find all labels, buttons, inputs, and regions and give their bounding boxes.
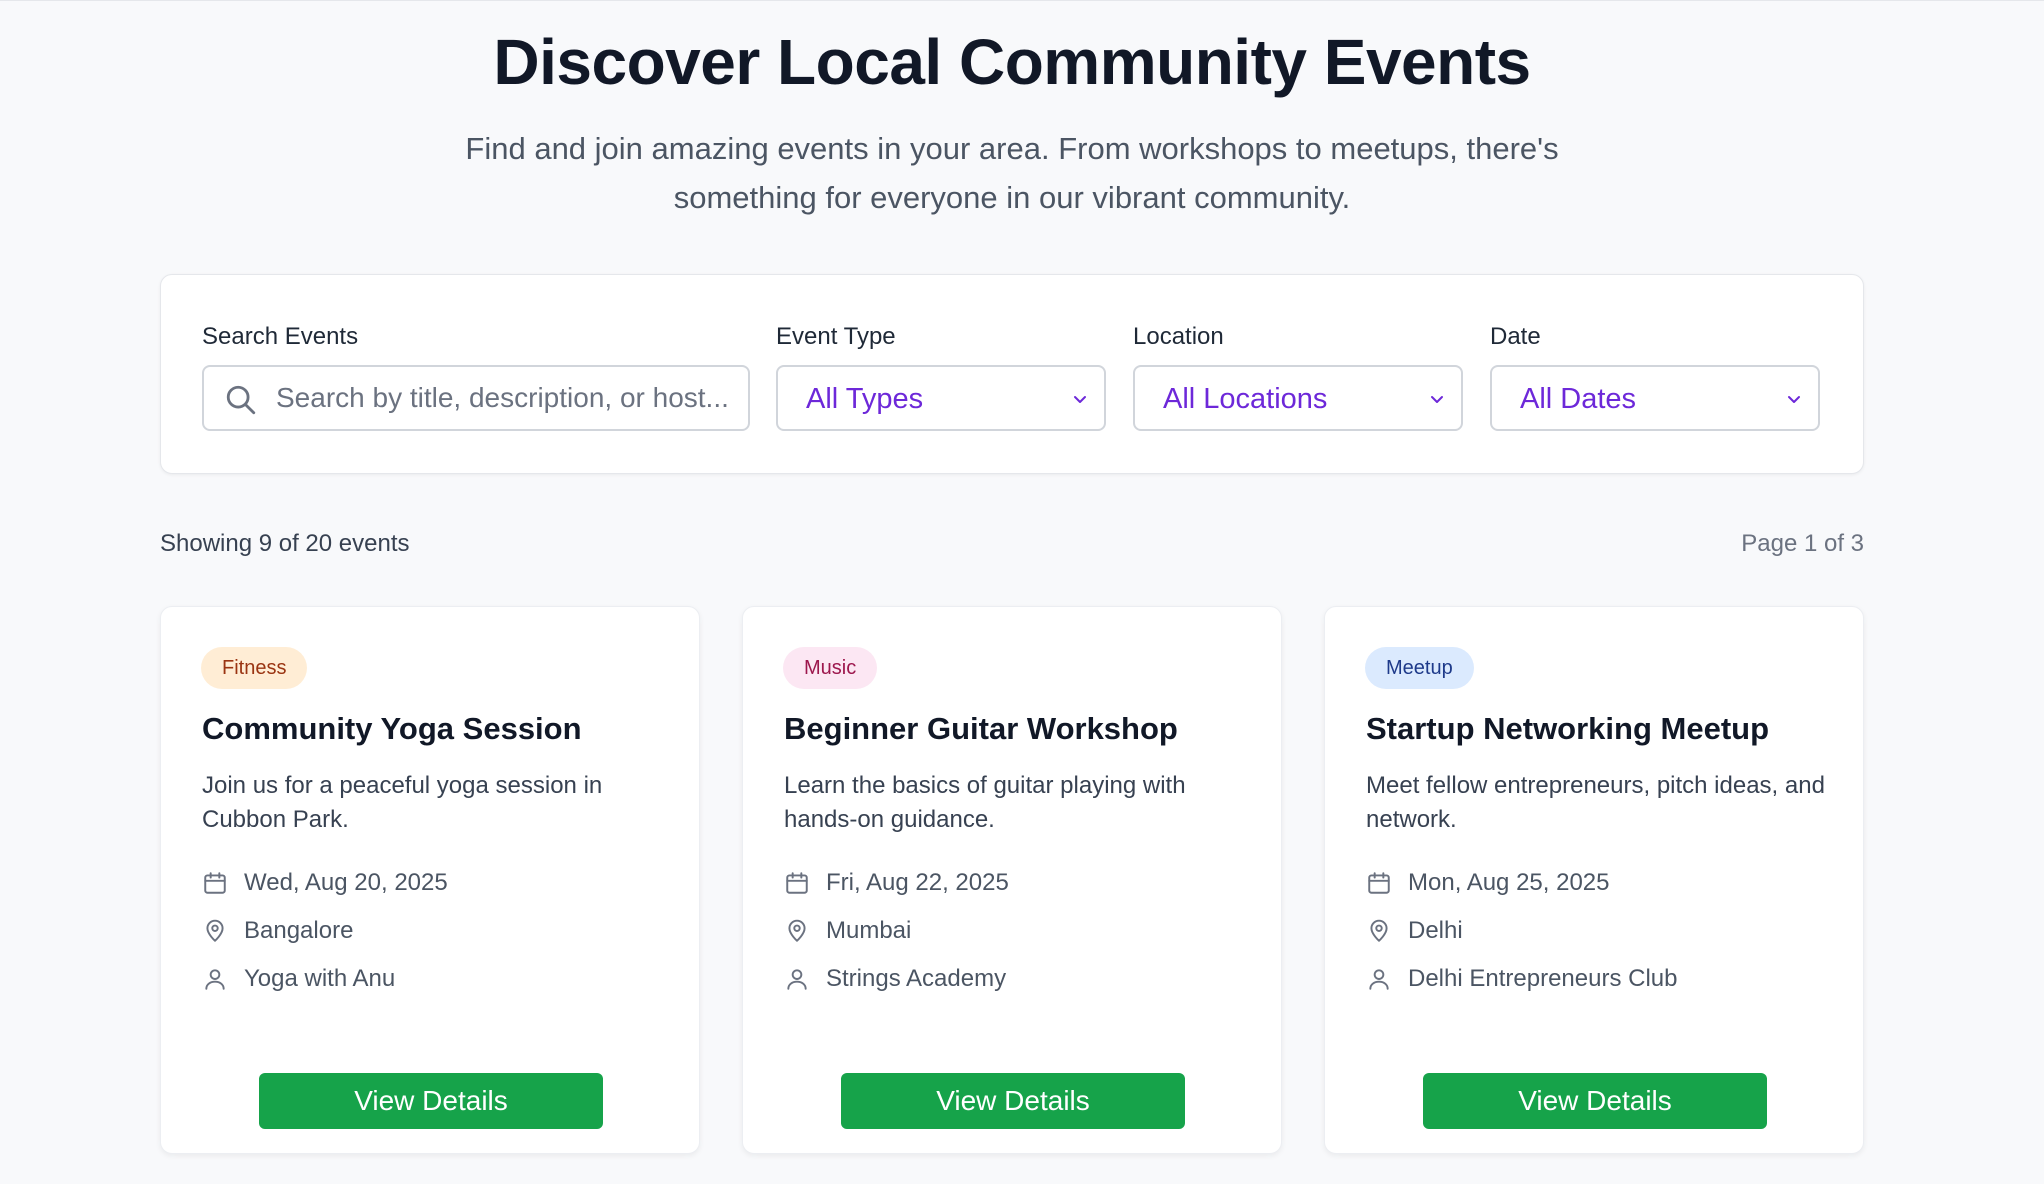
event-card: Meetup Startup Networking Meetup Meet fe… xyxy=(1324,606,1864,1154)
event-host-text: Yoga with Anu xyxy=(244,965,396,992)
event-date-text: Fri, Aug 22, 2025 xyxy=(826,869,1009,896)
event-date-text: Wed, Aug 20, 2025 xyxy=(244,869,448,896)
user-icon xyxy=(205,969,225,990)
event-location-text: Mumbai xyxy=(826,917,912,944)
event-type-label: Event Type xyxy=(776,323,896,350)
date-select[interactable]: All Dates xyxy=(1490,365,1820,431)
event-type-field: Event Type All Types xyxy=(776,319,1106,431)
event-date: Wed, Aug 20, 2025 xyxy=(202,867,448,899)
view-details-button[interactable]: View Details xyxy=(1423,1073,1767,1129)
chevron-down-icon xyxy=(1074,396,1086,403)
filter-panel: Search Events Search by title, descripti… xyxy=(160,274,1864,474)
date-field: Date All Dates xyxy=(1490,319,1820,431)
event-description: Meet fellow entrepreneurs, pitch ideas, … xyxy=(1366,772,1825,833)
view-details-button[interactable]: View Details xyxy=(841,1073,1185,1129)
date-label: Date xyxy=(1490,323,1541,350)
category-badge: Music xyxy=(783,647,878,689)
event-host-text: Delhi Entrepreneurs Club xyxy=(1408,965,1678,992)
search-icon xyxy=(226,385,256,415)
calendar-icon xyxy=(1368,872,1390,894)
search-input[interactable]: Search by title, description, or host... xyxy=(202,365,750,431)
event-host-text: Strings Academy xyxy=(826,965,1007,992)
event-type-value: All Types xyxy=(806,383,924,415)
user-icon xyxy=(1369,969,1389,990)
map-pin-icon xyxy=(206,919,224,942)
event-location: Mumbai xyxy=(784,915,911,947)
event-type-select[interactable]: All Types xyxy=(776,365,1106,431)
map-pin-icon xyxy=(788,919,806,942)
results-count: Showing 9 of 20 events xyxy=(160,530,410,557)
search-label: Search Events xyxy=(202,323,359,350)
view-details-button[interactable]: View Details xyxy=(259,1073,603,1129)
category-badge: Fitness xyxy=(201,647,308,689)
date-value: All Dates xyxy=(1520,383,1637,415)
event-host: Strings Academy xyxy=(784,963,1006,995)
chevron-down-icon xyxy=(1788,396,1800,403)
event-date-text: Mon, Aug 25, 2025 xyxy=(1408,869,1610,896)
calendar-icon xyxy=(204,872,226,894)
event-title: Startup Networking Meetup xyxy=(1366,711,1770,746)
event-host: Delhi Entrepreneurs Club xyxy=(1366,963,1677,995)
event-host: Yoga with Anu xyxy=(202,963,395,995)
user-icon xyxy=(787,969,807,990)
location-select[interactable]: All Locations xyxy=(1133,365,1463,431)
event-description: Join us for a peaceful yoga session in C… xyxy=(202,772,603,833)
location-value: All Locations xyxy=(1163,383,1328,415)
event-date: Fri, Aug 22, 2025 xyxy=(784,867,1009,899)
chevron-down-icon xyxy=(1431,396,1443,403)
event-location-text: Bangalore xyxy=(244,917,354,944)
event-card: Fitness Community Yoga Session Join us f… xyxy=(160,606,700,1154)
search-field: Search Events Search by title, descripti… xyxy=(202,319,750,431)
event-location: Bangalore xyxy=(202,915,353,947)
page-indicator: Page 1 of 3 xyxy=(1741,530,1864,557)
results-meta: Showing 9 of 20 events Page 1 of 3 xyxy=(160,530,1864,564)
event-location: Delhi xyxy=(1366,915,1463,947)
search-placeholder: Search by title, description, or host... xyxy=(276,382,729,413)
event-card: Music Beginner Guitar Workshop Learn the… xyxy=(742,606,1282,1154)
event-description: Learn the basics of guitar playing with … xyxy=(784,772,1186,833)
event-location-text: Delhi xyxy=(1408,917,1463,944)
location-label: Location xyxy=(1133,323,1224,350)
page-subtitle: Find and join amazing events in your are… xyxy=(465,131,1559,215)
calendar-icon xyxy=(786,872,808,894)
location-field: Location All Locations xyxy=(1133,319,1463,431)
category-badge: Meetup xyxy=(1365,647,1474,689)
page-title: Discover Local Community Events xyxy=(493,26,1531,98)
map-pin-icon xyxy=(1370,919,1388,942)
event-date: Mon, Aug 25, 2025 xyxy=(1366,867,1610,899)
event-title: Beginner Guitar Workshop xyxy=(784,711,1178,746)
event-title: Community Yoga Session xyxy=(202,711,582,746)
top-divider xyxy=(0,0,2044,1)
